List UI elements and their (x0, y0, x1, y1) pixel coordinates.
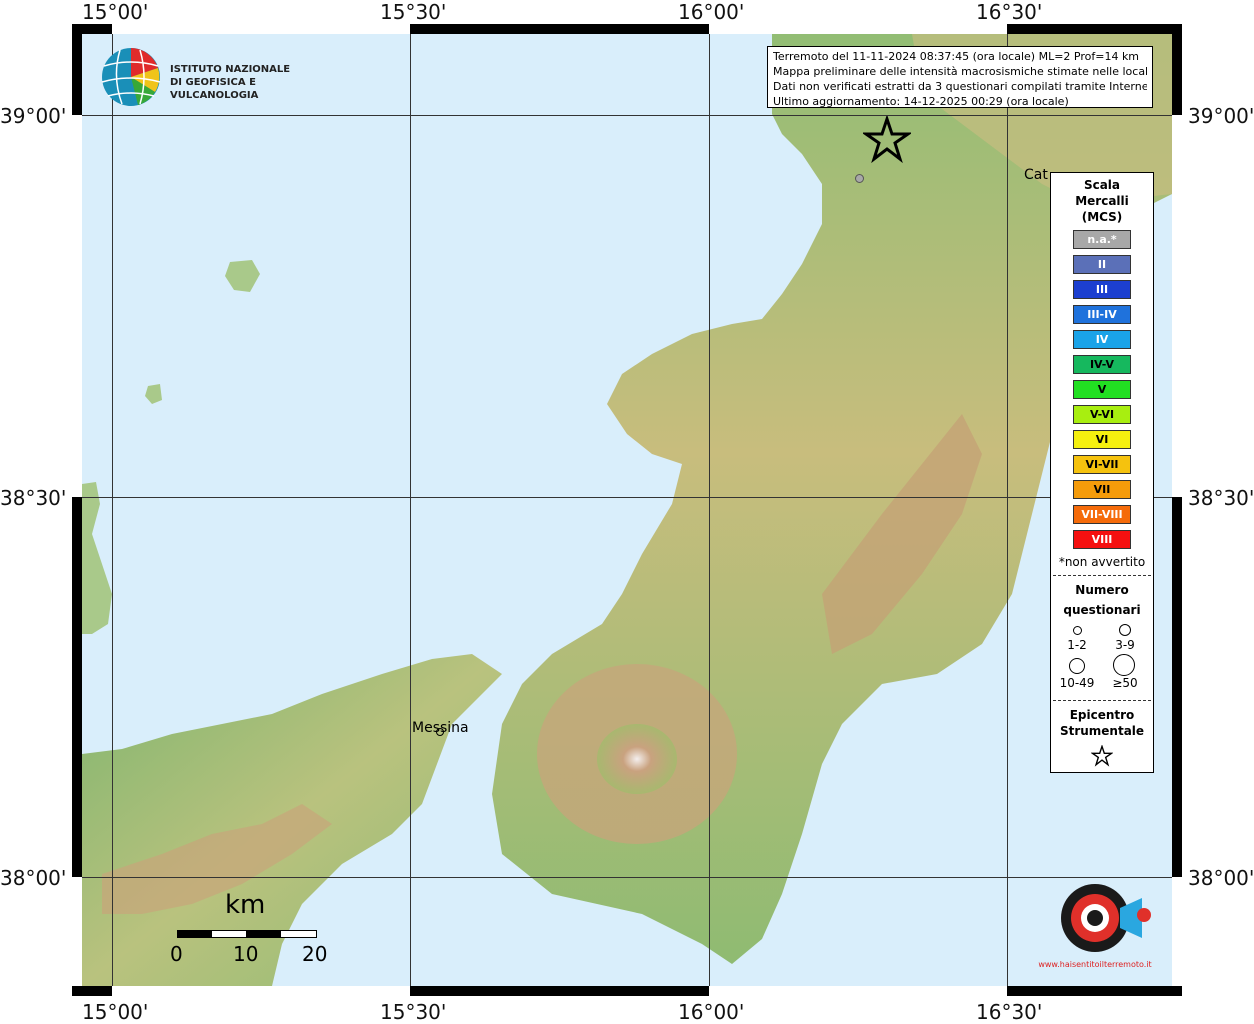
place-label-catanzaro: Cat (1024, 167, 1048, 183)
gridline-16-30 (1007, 34, 1008, 986)
legend-swatch-iv-v: IV-V (1073, 355, 1131, 374)
legend-swatch-vi-vii: VI-VII (1073, 455, 1131, 474)
ingv-globe-icon (101, 48, 161, 106)
info-line-event: Terremoto del 11-11-2024 08:37:45 (ora l… (773, 50, 1140, 63)
legend-note: *non avvertito (1058, 555, 1146, 569)
border-segment (72, 877, 82, 986)
legend-swatch-vii: VII (1073, 480, 1131, 499)
size-label-1-2: 1-2 (1067, 638, 1087, 652)
info-line-description: Mappa preliminare delle intensità macros… (773, 65, 1147, 78)
legend-numero-line2: questionari (1063, 603, 1141, 617)
island-salina (225, 260, 260, 292)
terrain-map (82, 34, 1172, 986)
border-segment (1172, 877, 1182, 986)
legend-swatch-iv: IV (1073, 330, 1131, 349)
gridline-15-30 (410, 34, 411, 986)
lon-label-bottom: 16°30' (976, 1000, 1043, 1024)
lat-label-right: 38°00' (1188, 866, 1254, 890)
scale-bar-label-0: 0 (170, 942, 183, 966)
ingv-logo: ISTITUTO NAZIONALE DI GEOFISICA E VULCAN… (100, 46, 320, 110)
lon-label-bottom: 15°30' (380, 1000, 447, 1024)
border-segment (112, 986, 410, 996)
lon-label-top: 16°30' (976, 0, 1043, 24)
lon-label-bottom: 15°00' (82, 1000, 149, 1024)
gridline-15-00 (112, 34, 113, 986)
size-circle-small (1073, 626, 1082, 635)
gridline-16-00 (709, 34, 710, 986)
lat-label-left: 39°00' (0, 104, 67, 128)
legend-swatch-ii: II (1073, 255, 1131, 274)
legend-swatch-iii: III (1073, 280, 1131, 299)
scale-bar: km 0 10 20 (170, 890, 330, 970)
epicenter-star-icon[interactable] (863, 116, 911, 164)
scale-bar-seg (246, 930, 281, 938)
size-label-10-49: 10-49 (1059, 676, 1095, 690)
gridline-39-00 (82, 115, 1172, 116)
size-label-50-plus: ≥50 (1112, 676, 1138, 690)
legend-divider (1053, 700, 1151, 701)
legend-swatch-v: V (1073, 380, 1131, 399)
border-segment (709, 986, 1007, 996)
info-line-updated: Ultimo aggiornamento: 14-12-2025 00:29 (… (773, 95, 1069, 108)
event-info-box: Terremoto del 11-11-2024 08:37:45 (ora l… (767, 46, 1153, 108)
lon-label-bottom: 16°00' (678, 1000, 745, 1024)
info-line-data-source: Dati non verificati estratti da 3 questi… (773, 80, 1147, 93)
lat-label-left: 38°30' (0, 486, 67, 510)
intensity-legend: Scala Mercalli (MCS) n.a.* II III III-IV IV I… (1050, 172, 1154, 773)
legend-swatch-v-vi: V-VI (1073, 405, 1131, 424)
lon-label-top: 15°30' (380, 0, 447, 24)
border-segment (1172, 115, 1182, 497)
size-label-3-9: 3-9 (1115, 638, 1135, 652)
legend-swatch-n-a: n.a.* (1073, 230, 1131, 249)
scale-bar-label-10: 10 (233, 942, 259, 966)
scale-bar-label-20: 20 (302, 942, 328, 966)
legend-title-line3: (MCS) (1081, 210, 1123, 224)
lat-label-left: 38°00' (0, 866, 67, 890)
legend-size-key: 1-2 3-9 10-49 ≥50 (1051, 618, 1153, 694)
legend-swatch-vii-viii: VII-VIII (1073, 505, 1131, 524)
legend-title-line1: Scala (1083, 178, 1121, 192)
legend-swatch-vi: VI (1073, 430, 1131, 449)
border-segment (72, 115, 82, 497)
size-circle-xlarge (1113, 654, 1135, 676)
questionnaire-marker[interactable] (855, 174, 864, 183)
legend-star-icon (1090, 744, 1114, 767)
gridline-38-30 (82, 497, 1172, 498)
legend-title-line2: Mercalli (1075, 194, 1129, 208)
legend-numero-line1: Numero (1075, 583, 1129, 597)
border-segment (112, 24, 410, 34)
ingv-logo-line2: DI GEOFISICA E VULCANOLOGIA (170, 77, 259, 101)
messina-marker (436, 728, 444, 736)
island-filicudi (145, 384, 162, 404)
legend-swatch-viii: VIII (1073, 530, 1131, 549)
lon-label-top: 16°00' (678, 0, 745, 24)
legend-divider (1053, 575, 1151, 576)
watermark-text: www.haisentitoilterremoto.it (1038, 960, 1152, 969)
map-area[interactable] (82, 34, 1172, 986)
gridline-38-00 (82, 877, 1172, 878)
aspromonte-peak (597, 724, 677, 794)
haisentito-logo: www.haisentitoilterremoto.it (1030, 860, 1160, 980)
scale-bar-seg (177, 930, 212, 938)
legend-swatch-iii-iv: III-IV (1073, 305, 1131, 324)
size-circle-large (1069, 658, 1085, 674)
legend-swatches: n.a.* II III III-IV IV IV-V V V-VI VI VI-VII VII VI… (1051, 230, 1153, 549)
lat-label-right: 38°30' (1188, 486, 1254, 510)
ingv-logo-line1: ISTITUTO NAZIONALE (170, 64, 291, 75)
legend-epicenter-line2: Strumentale (1059, 724, 1145, 738)
lat-label-right: 39°00' (1188, 104, 1254, 128)
lon-label-top: 15°00' (82, 0, 149, 24)
scale-bar-unit: km (225, 890, 266, 920)
size-circle-medium (1119, 624, 1131, 636)
legend-epicenter-line1: Epicentro (1069, 708, 1135, 722)
border-segment (709, 24, 1007, 34)
island-lipari-vulcano (82, 482, 112, 634)
